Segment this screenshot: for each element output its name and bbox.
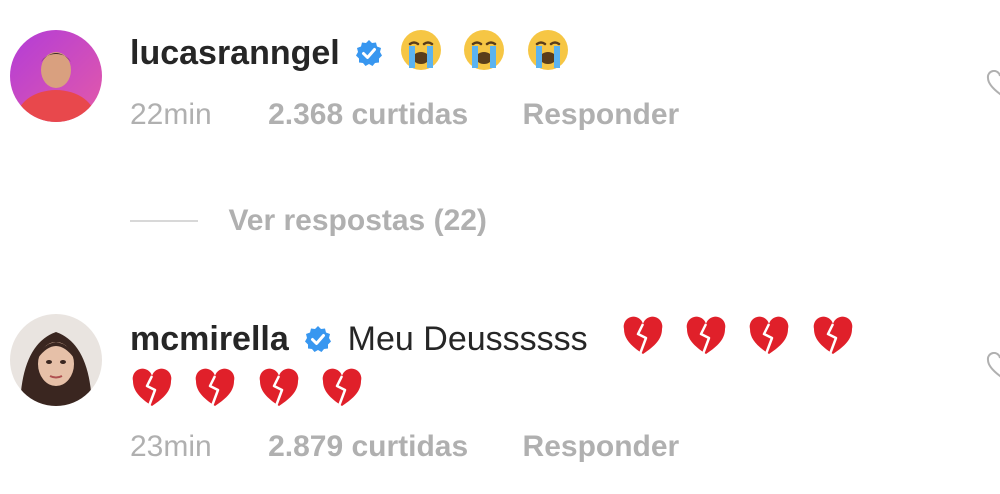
- user-avatar-icon: [10, 30, 102, 122]
- comment-body: mcmirella Meu Deussssss 23min 2.879 curt…: [130, 314, 940, 464]
- broken-heart-icon: [686, 316, 726, 355]
- reply-button[interactable]: Responder: [523, 430, 680, 463]
- comment-time: 23min: [130, 430, 212, 463]
- view-replies-button[interactable]: Ver respostas (22): [130, 204, 487, 250]
- crying-face-icon: [527, 30, 568, 70]
- heart-icon[interactable]: [986, 70, 1000, 96]
- broken-heart-icon: [813, 316, 853, 355]
- comment-text: Meu Deussssss: [347, 320, 588, 358]
- comment-item: lucasranngel 22min 2.368 curtidas Respon…: [0, 0, 1000, 160]
- verified-badge-icon: [305, 326, 332, 352]
- broken-heart-icon: [323, 368, 362, 407]
- reply-button[interactable]: Responder: [523, 98, 680, 131]
- comment-text-line: [130, 366, 940, 414]
- heart-icon[interactable]: [986, 352, 1000, 378]
- avatar[interactable]: [10, 30, 102, 122]
- view-replies-label: Ver respostas (22): [228, 204, 487, 237]
- broken-heart-icon: [196, 368, 235, 407]
- likes-count[interactable]: 2.368 curtidas: [268, 98, 468, 131]
- verified-badge-icon: [356, 40, 383, 66]
- comment-item: mcmirella Meu Deussssss 23min 2.879 curt…: [0, 300, 1000, 494]
- crying-face-icon: [464, 30, 505, 70]
- username[interactable]: lucasranngel: [130, 34, 340, 72]
- comment-text-line: lucasranngel: [130, 28, 940, 76]
- username[interactable]: mcmirella: [130, 320, 289, 358]
- replies-divider: [130, 220, 198, 222]
- broken-heart-icon: [623, 316, 662, 355]
- comment-body: lucasranngel 22min 2.368 curtidas Respon…: [130, 28, 940, 132]
- broken-heart-icon: [132, 368, 172, 407]
- user-avatar-icon: [10, 314, 102, 406]
- broken-heart-icon: [259, 368, 299, 407]
- likes-count[interactable]: 2.879 curtidas: [268, 430, 468, 463]
- comment-meta: 23min 2.879 curtidas Responder: [130, 430, 940, 464]
- crying-face-icon: [400, 30, 441, 70]
- comment-meta: 22min 2.368 curtidas Responder: [130, 98, 940, 132]
- comment-time: 22min: [130, 98, 212, 131]
- broken-heart-icon: [750, 316, 789, 355]
- comment-text-line: mcmirella Meu Deussssss: [130, 314, 940, 362]
- avatar[interactable]: [10, 314, 102, 406]
